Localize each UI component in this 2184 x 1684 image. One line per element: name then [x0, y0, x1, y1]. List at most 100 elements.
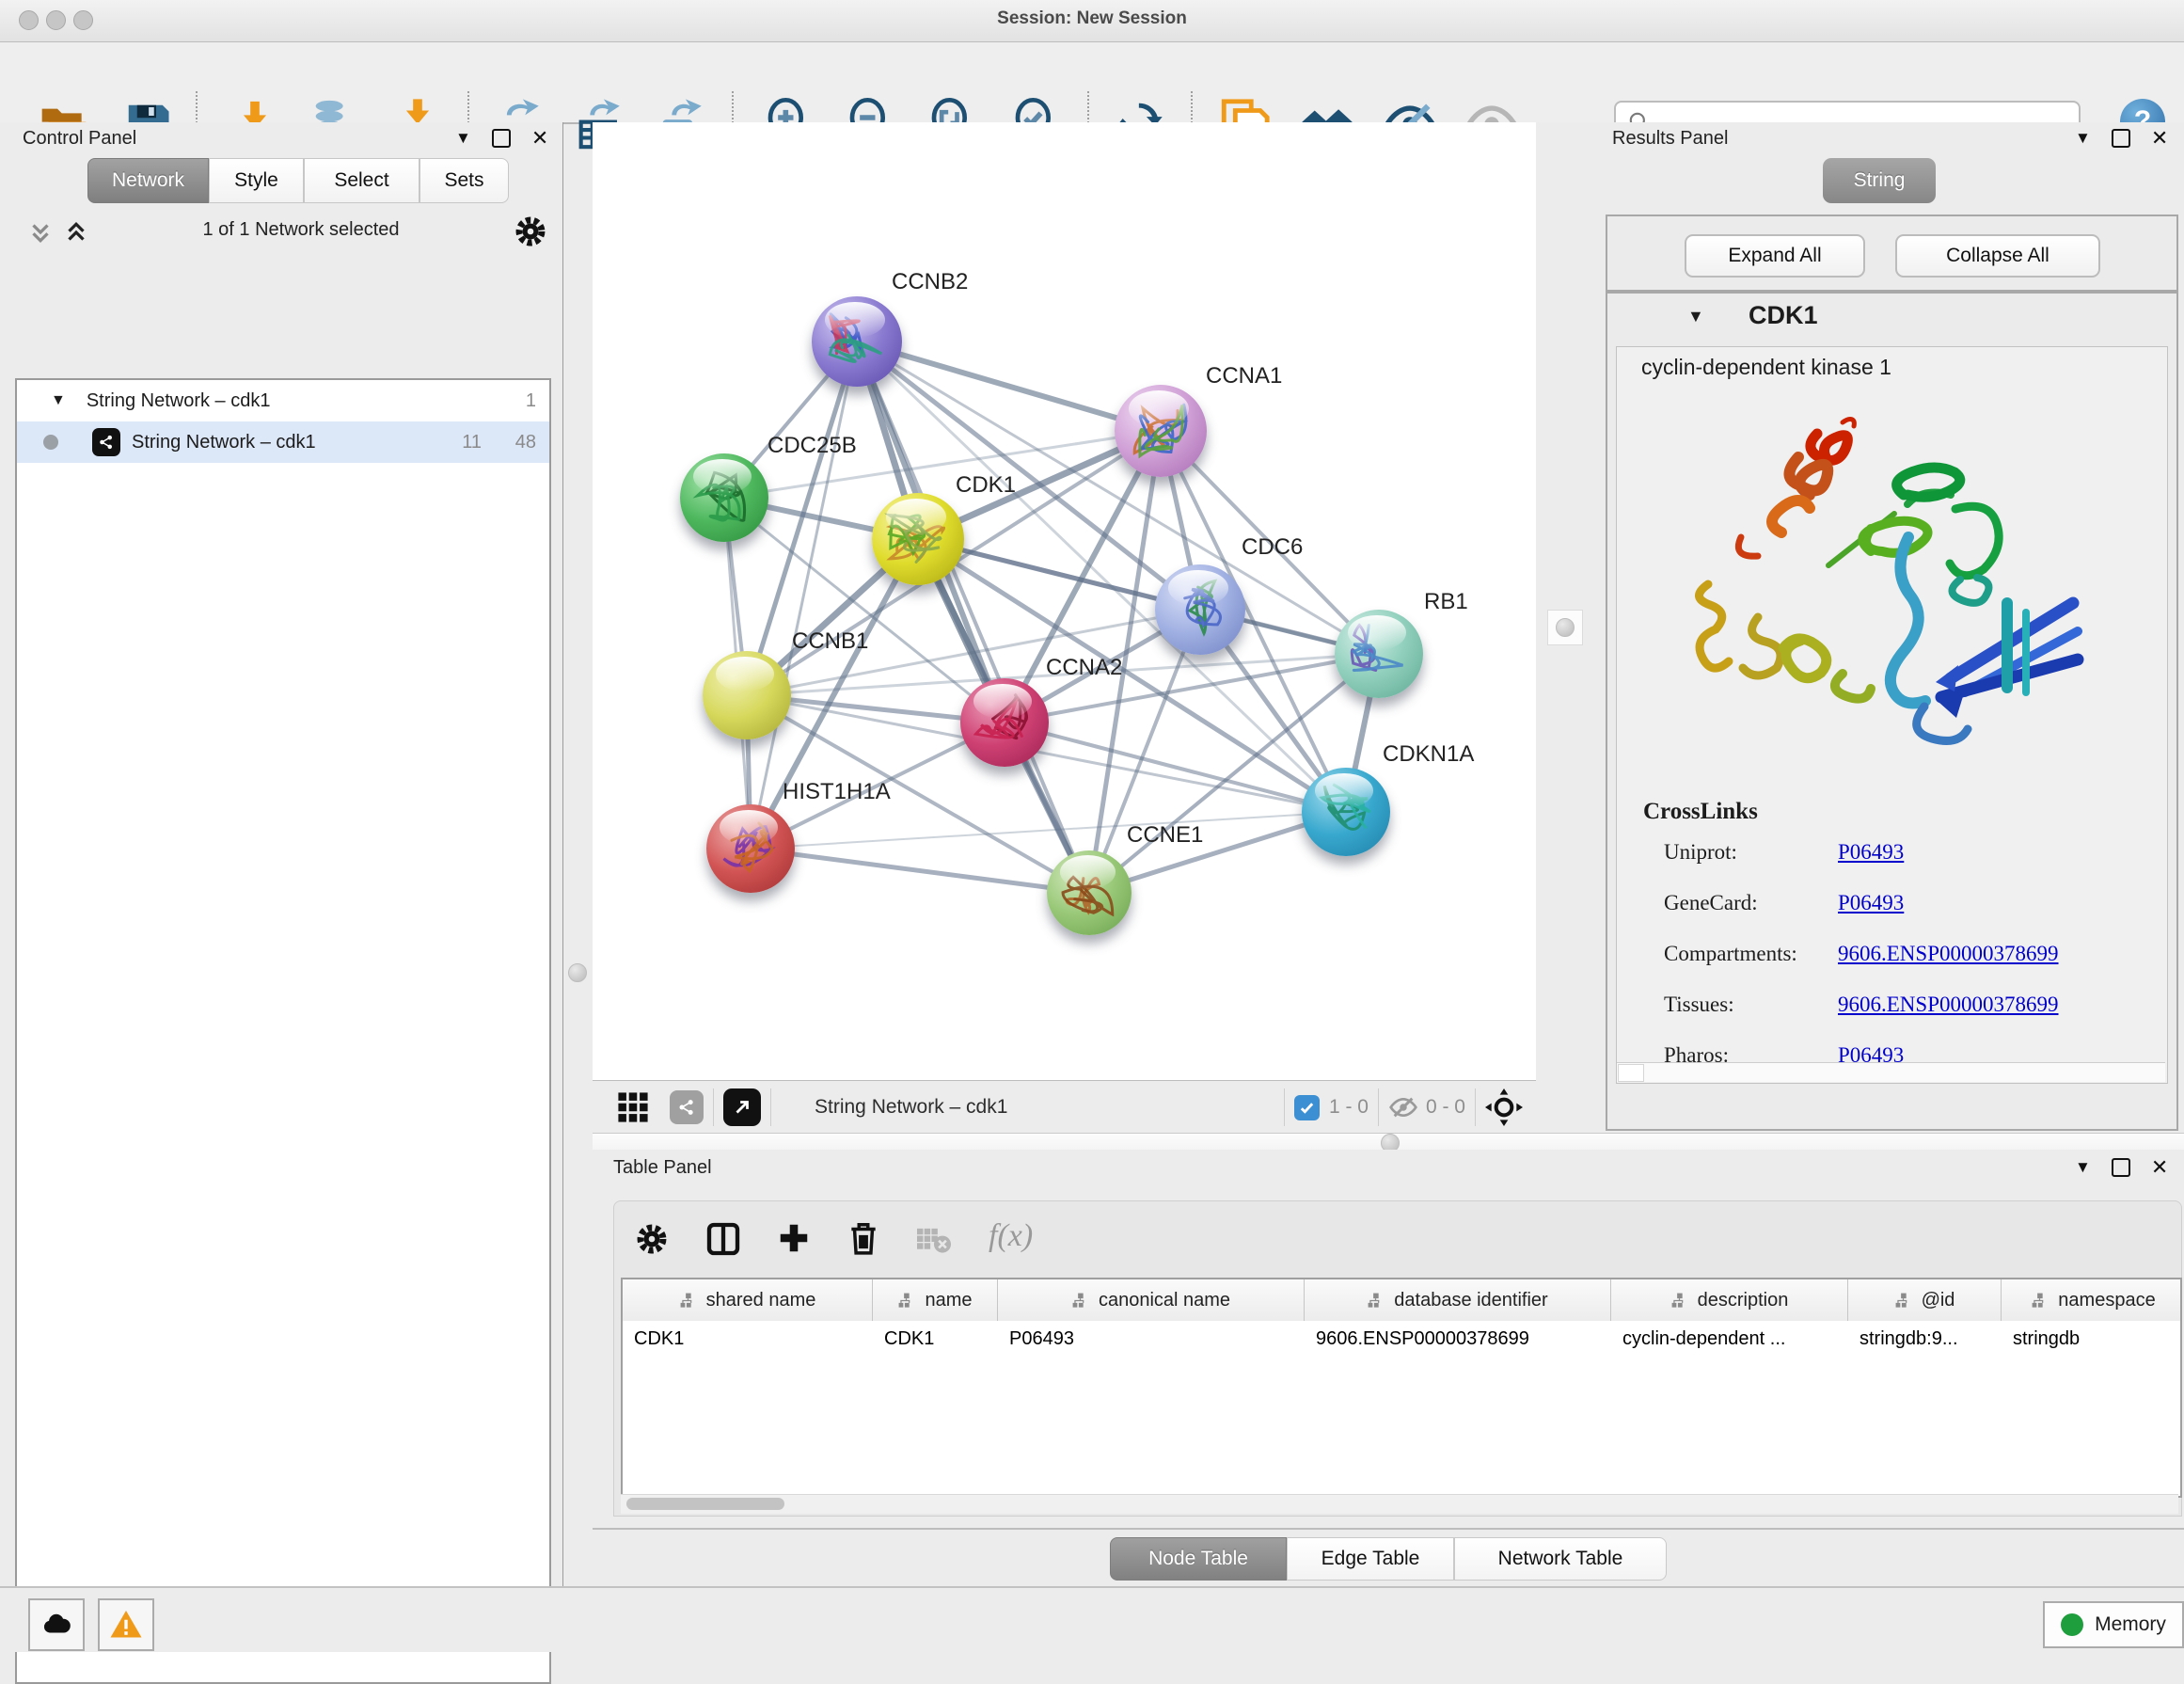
node-CDC25B[interactable] [680, 453, 768, 542]
results-panel-collapse-icon[interactable]: ▼ [2075, 129, 2091, 148]
canvas-table-splitter[interactable] [593, 1133, 2184, 1152]
table-panel-close-icon[interactable]: ✕ [2151, 1155, 2168, 1180]
column-header-shared-name[interactable]: shared name [623, 1279, 873, 1321]
collapse-all-networks-icon[interactable] [26, 218, 55, 246]
tab-select[interactable]: Select [304, 158, 419, 203]
table-cell[interactable]: CDK1 [623, 1321, 873, 1358]
tab-node-table[interactable]: Node Table [1110, 1537, 1287, 1581]
node-CCNE1[interactable] [1047, 850, 1132, 935]
table-cell[interactable]: 9606.ENSP00000378699 [1305, 1321, 1611, 1358]
entry-detail-box: cyclin-dependent kinase 1 [1616, 346, 2168, 1084]
table-panel-title: Table Panel [613, 1157, 712, 1179]
column-header-database-identifier[interactable]: database identifier [1305, 1279, 1611, 1321]
node-table: shared name name canonical name database id… [621, 1278, 2182, 1498]
show-columns-icon[interactable] [704, 1220, 742, 1258]
network-row[interactable]: String Network – cdk1 11 48 [17, 421, 549, 463]
node-label-CDC25B: CDC25B [768, 433, 857, 459]
function-builder-icon[interactable]: f(x) [989, 1218, 1033, 1254]
column-header-label: shared name [706, 1290, 816, 1311]
birdseye-grid-icon[interactable] [617, 1091, 649, 1123]
node-CDKN1A[interactable] [1302, 768, 1390, 856]
results-panel-float-icon[interactable] [2112, 129, 2130, 148]
table-hscrollbar[interactable] [621, 1494, 2178, 1514]
control-panel-collapse-icon[interactable]: ▼ [455, 129, 471, 148]
node-gloss [693, 459, 752, 495]
tab-string[interactable]: String [1823, 158, 1936, 203]
table-settings-gear-icon[interactable] [635, 1222, 669, 1256]
column-header--id[interactable]: @id [1848, 1279, 2002, 1321]
node-label-RB1: RB1 [1424, 589, 1468, 615]
network-canvas[interactable]: CCNB2CCNA1CDC25BCDK1CDC6RB1CCNB1CCNA2CDK… [593, 122, 1536, 1080]
network-label: String Network – cdk1 [132, 432, 316, 453]
node-CCNA1[interactable] [1115, 385, 1207, 477]
column-header-label: @id [1922, 1290, 1955, 1311]
crosslink-link[interactable]: P06493 [1838, 840, 1904, 864]
node-label-CCNA2: CCNA2 [1046, 655, 1122, 681]
add-column-icon[interactable] [776, 1220, 812, 1256]
node-CDC6[interactable] [1155, 564, 1245, 655]
table-cell[interactable]: CDK1 [873, 1321, 998, 1358]
memory-button[interactable]: Memory [2043, 1601, 2184, 1648]
network-overview-icon[interactable] [670, 1090, 704, 1124]
crosslink-link[interactable]: 9606.ENSP00000378699 [1838, 993, 2059, 1016]
tab-edge-table[interactable]: Edge Table [1287, 1537, 1454, 1581]
node-gloss [1168, 570, 1227, 606]
table-cell[interactable]: cyclin-dependent ... [1611, 1321, 1848, 1358]
column-header-namespace[interactable]: namespace [2002, 1279, 2182, 1321]
table-cell[interactable]: P06493 [998, 1321, 1305, 1358]
node-label-CDK1: CDK1 [956, 472, 1016, 499]
warning-button[interactable] [98, 1598, 154, 1651]
column-header-name[interactable]: name [873, 1279, 998, 1321]
node-label-CCNB1: CCNB1 [792, 628, 868, 655]
column-header-description[interactable]: description [1611, 1279, 1848, 1321]
crosslink-link[interactable]: P06493 [1838, 891, 1904, 914]
node-label-HIST1H1A: HIST1H1A [783, 779, 891, 805]
center-view-icon[interactable] [1485, 1088, 1523, 1126]
node-CDK1[interactable] [872, 493, 964, 585]
cloud-status-button[interactable] [28, 1598, 85, 1651]
table-hscrollbar-thumb[interactable] [626, 1498, 784, 1510]
collection-label: String Network – cdk1 [87, 390, 271, 412]
table-cell[interactable]: stringdb:9... [1848, 1321, 2002, 1358]
tab-network-table[interactable]: Network Table [1454, 1537, 1667, 1581]
results-panel-close-icon[interactable]: ✕ [2151, 126, 2168, 151]
control-panel-close-icon[interactable]: ✕ [531, 126, 548, 151]
column-header-label: canonical name [1099, 1290, 1230, 1311]
network-options-gear-icon[interactable] [514, 214, 547, 248]
table-panel-collapse-icon[interactable]: ▼ [2075, 1158, 2091, 1177]
collapse-all-button[interactable]: Collapse All [1895, 234, 2100, 278]
crosslink-link[interactable]: 9606.ENSP00000378699 [1838, 942, 2059, 965]
collection-expander-icon[interactable]: ▼ [51, 392, 66, 409]
tab-style[interactable]: Style [209, 158, 304, 203]
table-cell[interactable]: stringdb [2002, 1321, 2182, 1358]
table-panel-float-icon[interactable] [2112, 1158, 2130, 1177]
canvas-results-splitter[interactable] [1536, 122, 1603, 1133]
node-CCNB1[interactable] [703, 651, 791, 739]
expand-all-networks-icon[interactable] [62, 218, 90, 246]
entry-expander-icon[interactable]: ▼ [1687, 307, 1704, 326]
results-hscrollbar[interactable] [1617, 1062, 2165, 1082]
node-RB1[interactable] [1335, 610, 1423, 698]
column-type-icon [2031, 1292, 2049, 1310]
network-collection-row[interactable]: ▼ String Network – cdk1 1 [17, 380, 549, 421]
expand-all-button[interactable]: Expand All [1685, 234, 1865, 278]
right-splitter-grip[interactable] [1556, 618, 1575, 637]
cloud-icon [40, 1609, 72, 1641]
selection-checkbox[interactable] [1294, 1095, 1320, 1120]
node-label-CCNB2: CCNB2 [892, 269, 968, 295]
table-row[interactable]: CDK1CDK1P064939606.ENSP00000378699cyclin… [623, 1321, 2180, 1358]
table-tabs-bar: Node Table Edge Table Network Table [593, 1528, 2184, 1588]
tab-network[interactable]: Network [87, 158, 209, 203]
hidden-eye-icon[interactable] [1388, 1092, 1418, 1122]
selected-counts: 1 - 0 [1329, 1096, 1369, 1119]
column-header-canonical-name[interactable]: canonical name [998, 1279, 1305, 1321]
open-in-window-icon[interactable] [723, 1088, 761, 1126]
tab-sets[interactable]: Sets [419, 158, 509, 203]
delete-table-icon[interactable] [917, 1228, 951, 1256]
delete-column-trash-icon[interactable] [846, 1220, 881, 1256]
control-panel-float-icon[interactable] [492, 129, 511, 148]
node-HIST1H1A[interactable] [706, 804, 795, 893]
node-CCNB2[interactable] [812, 296, 902, 387]
left-splitter-grip[interactable] [568, 963, 587, 982]
node-CCNA2[interactable] [960, 678, 1049, 767]
